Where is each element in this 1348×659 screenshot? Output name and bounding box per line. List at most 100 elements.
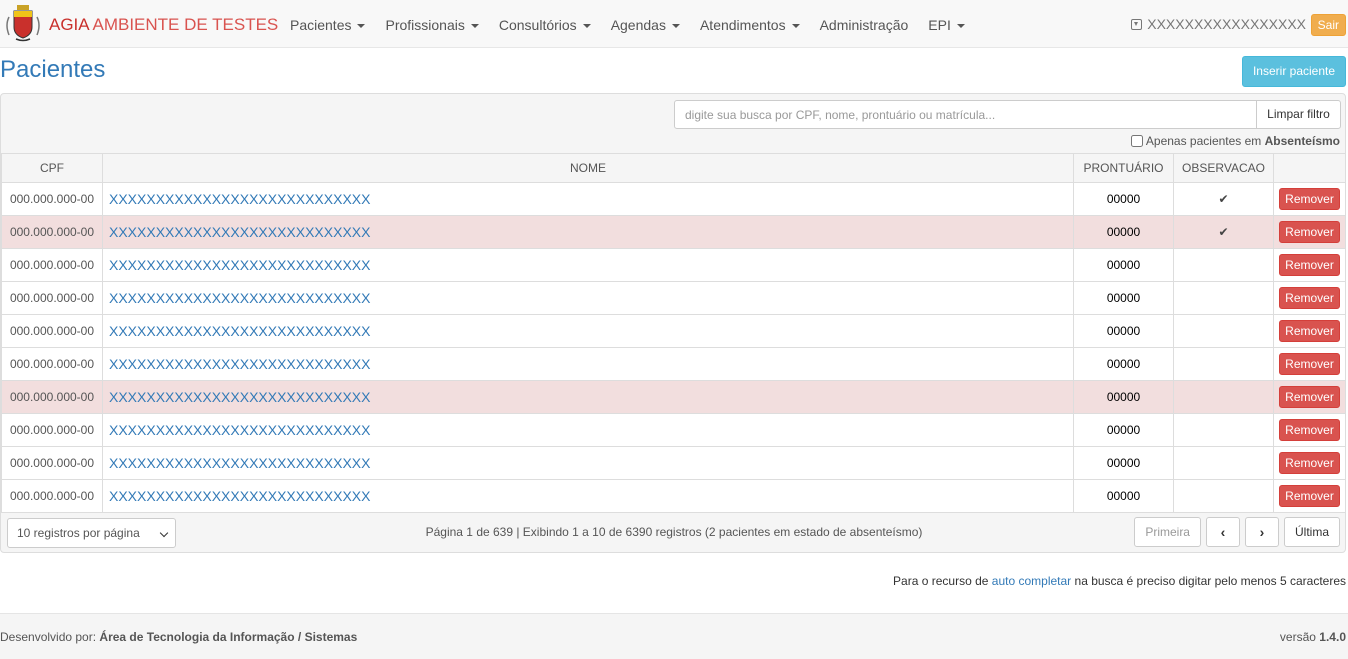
header-nome[interactable]: NOME [102, 153, 1074, 183]
patient-name-link[interactable]: XXXXXXXXXXXXXXXXXXXXXXXXXXXX [109, 191, 370, 207]
logout-button[interactable]: Sair [1310, 14, 1346, 36]
cell-actions: Remover [1273, 314, 1346, 348]
nav-item-label: Atendimentos [699, 17, 786, 33]
pager: Primeira ‹ › Última [1129, 517, 1340, 547]
next-page-button[interactable]: › [1244, 517, 1279, 547]
environment-label: AMBIENTE DE TESTES [92, 15, 279, 34]
patient-name-link[interactable]: XXXXXXXXXXXXXXXXXXXXXXXXXXXX [109, 356, 370, 372]
user-menu[interactable]: XXXXXXXXXXXXXXXXX [1131, 16, 1306, 32]
cell-observacao [1173, 314, 1274, 348]
nav-item-label: Profissionais [385, 17, 465, 33]
remove-button[interactable]: Remover [1279, 452, 1340, 474]
cell-prontuario: 00000 [1073, 347, 1174, 381]
nav-item-label: Pacientes [290, 17, 352, 33]
cell-observacao: ✔ [1173, 215, 1274, 249]
patient-name-link[interactable]: XXXXXXXXXXXXXXXXXXXXXXXXXXXX [109, 323, 370, 339]
remove-button[interactable]: Remover [1279, 386, 1340, 408]
brand-title[interactable]: AGIA AMBIENTE DE TESTES [49, 15, 278, 35]
cell-observacao [1173, 347, 1274, 381]
patient-name-link[interactable]: XXXXXXXXXXXXXXXXXXXXXXXXXXXX [109, 422, 370, 438]
absent-filter[interactable]: Apenas pacientes em Absenteísmo [1130, 134, 1340, 148]
patient-name-link[interactable]: XXXXXXXXXXXXXXXXXXXXXXXXXXXX [109, 455, 370, 471]
user-dropdown-icon [1131, 19, 1143, 30]
remove-button[interactable]: Remover [1279, 254, 1340, 276]
remove-button[interactable]: Remover [1279, 188, 1340, 210]
autocomplete-link[interactable]: auto completar [992, 574, 1071, 588]
cell-prontuario: 00000 [1073, 446, 1174, 480]
remove-button[interactable]: Remover [1279, 320, 1340, 342]
caret-down-icon [357, 24, 366, 29]
cell-actions: Remover [1273, 413, 1346, 447]
nav-item-label: Administração [819, 17, 909, 33]
cell-actions: Remover [1273, 281, 1346, 315]
dev-label: Desenvolvido por: [0, 630, 97, 644]
patient-name-link[interactable]: XXXXXXXXXXXXXXXXXXXXXXXXXXXX [109, 389, 370, 405]
cell-actions: Remover [1273, 347, 1346, 381]
search-input[interactable] [674, 100, 1257, 129]
cell-cpf: 000.000.000-00 [1, 347, 103, 381]
table-row: 000.000.000-00 XXXXXXXXXXXXXXXXXXXXXXXXXX… [1, 248, 1346, 282]
cell-actions: Remover [1273, 248, 1346, 282]
remove-button[interactable]: Remover [1279, 221, 1340, 243]
cell-prontuario: 00000 [1073, 248, 1174, 282]
cell-observacao: ✔ [1173, 182, 1274, 216]
nav-item-epi[interactable]: EPI [918, 0, 975, 48]
patients-panel: Limpar filtro Apenas pacientes em Absent… [0, 93, 1346, 553]
cell-observacao [1173, 413, 1274, 447]
caret-down-icon [956, 24, 965, 29]
nav-item-consultorios[interactable]: Consultórios [489, 0, 601, 48]
cell-cpf: 000.000.000-00 [1, 314, 103, 348]
cell-prontuario: 00000 [1073, 314, 1174, 348]
brand-name: AGIA [49, 15, 89, 34]
main-nav: Pacientes Profissionais Consultórios Agenda… [280, 0, 975, 48]
caret-down-icon [470, 24, 479, 29]
remove-button[interactable]: Remover [1279, 353, 1340, 375]
patient-name-link[interactable]: XXXXXXXXXXXXXXXXXXXXXXXXXXXX [109, 290, 370, 306]
first-page-button[interactable]: Primeira [1134, 517, 1201, 547]
dev-name: Área de Tecnologia da Informação / Siste… [99, 630, 358, 644]
version-number: 1.4.0 [1319, 630, 1346, 644]
cell-nome: XXXXXXXXXXXXXXXXXXXXXXXXXXXX [102, 446, 1074, 480]
nav-item-profissionais[interactable]: Profissionais [375, 0, 488, 48]
user-name: XXXXXXXXXXXXXXXXX [1147, 16, 1306, 32]
insert-patient-button[interactable]: Inserir paciente [1242, 56, 1346, 87]
cell-cpf: 000.000.000-00 [1, 281, 103, 315]
prev-page-button[interactable]: ‹ [1205, 517, 1240, 547]
cell-prontuario: 00000 [1073, 182, 1174, 216]
patient-name-link[interactable]: XXXXXXXXXXXXXXXXXXXXXXXXXXXX [109, 257, 370, 273]
absent-filter-label: Apenas pacientes em [1145, 134, 1262, 148]
cell-actions: Remover [1273, 380, 1346, 414]
nav-item-pacientes[interactable]: Pacientes [280, 0, 375, 48]
cell-cpf: 000.000.000-00 [1, 248, 103, 282]
header-prontuario[interactable]: PRONTUÁRIO [1073, 153, 1174, 183]
remove-button[interactable]: Remover [1279, 485, 1340, 507]
remove-button[interactable]: Remover [1279, 419, 1340, 441]
nav-item-atendimentos[interactable]: Atendimentos [690, 0, 810, 48]
coat-of-arms-logo[interactable] [3, 3, 43, 43]
absent-checkbox[interactable] [1130, 135, 1143, 147]
last-page-button[interactable]: Última [1283, 517, 1340, 547]
cell-observacao [1173, 479, 1274, 513]
remove-button[interactable]: Remover [1279, 287, 1340, 309]
table-row: 000.000.000-00 XXXXXXXXXXXXXXXXXXXXXXXXXX… [1, 314, 1346, 348]
table-header-row: CPF NOME PRONTUÁRIO OBSERVACAO [1, 153, 1346, 183]
navbar: AGIA AMBIENTE DE TESTES Pacientes Profiss… [0, 0, 1348, 48]
cell-prontuario: 00000 [1073, 281, 1174, 315]
cell-actions: Remover [1273, 446, 1346, 480]
note-after: na busca é preciso digitar pelo menos 5 … [1074, 574, 1346, 588]
nav-item-administracao[interactable]: Administração [810, 0, 919, 48]
patient-name-link[interactable]: XXXXXXXXXXXXXXXXXXXXXXXXXXXX [109, 488, 370, 504]
cell-prontuario: 00000 [1073, 215, 1174, 249]
header-cpf[interactable]: CPF [1, 153, 103, 183]
cell-nome: XXXXXXXXXXXXXXXXXXXXXXXXXXXX [102, 182, 1074, 216]
patient-name-link[interactable]: XXXXXXXXXXXXXXXXXXXXXXXXXXXX [109, 224, 370, 240]
nav-item-agendas[interactable]: Agendas [601, 0, 690, 48]
table-row: 000.000.000-00 XXXXXXXXXXXXXXXXXXXXXXXXXX… [1, 182, 1346, 216]
caret-down-icon [791, 24, 800, 29]
cell-cpf: 000.000.000-00 [1, 215, 103, 249]
cell-nome: XXXXXXXXXXXXXXXXXXXXXXXXXXXX [102, 380, 1074, 414]
cell-nome: XXXXXXXXXXXXXXXXXXXXXXXXXXXX [102, 347, 1074, 381]
header-observacao[interactable]: OBSERVACAO [1173, 153, 1274, 183]
clear-filter-button[interactable]: Limpar filtro [1256, 100, 1341, 129]
cell-prontuario: 00000 [1073, 479, 1174, 513]
